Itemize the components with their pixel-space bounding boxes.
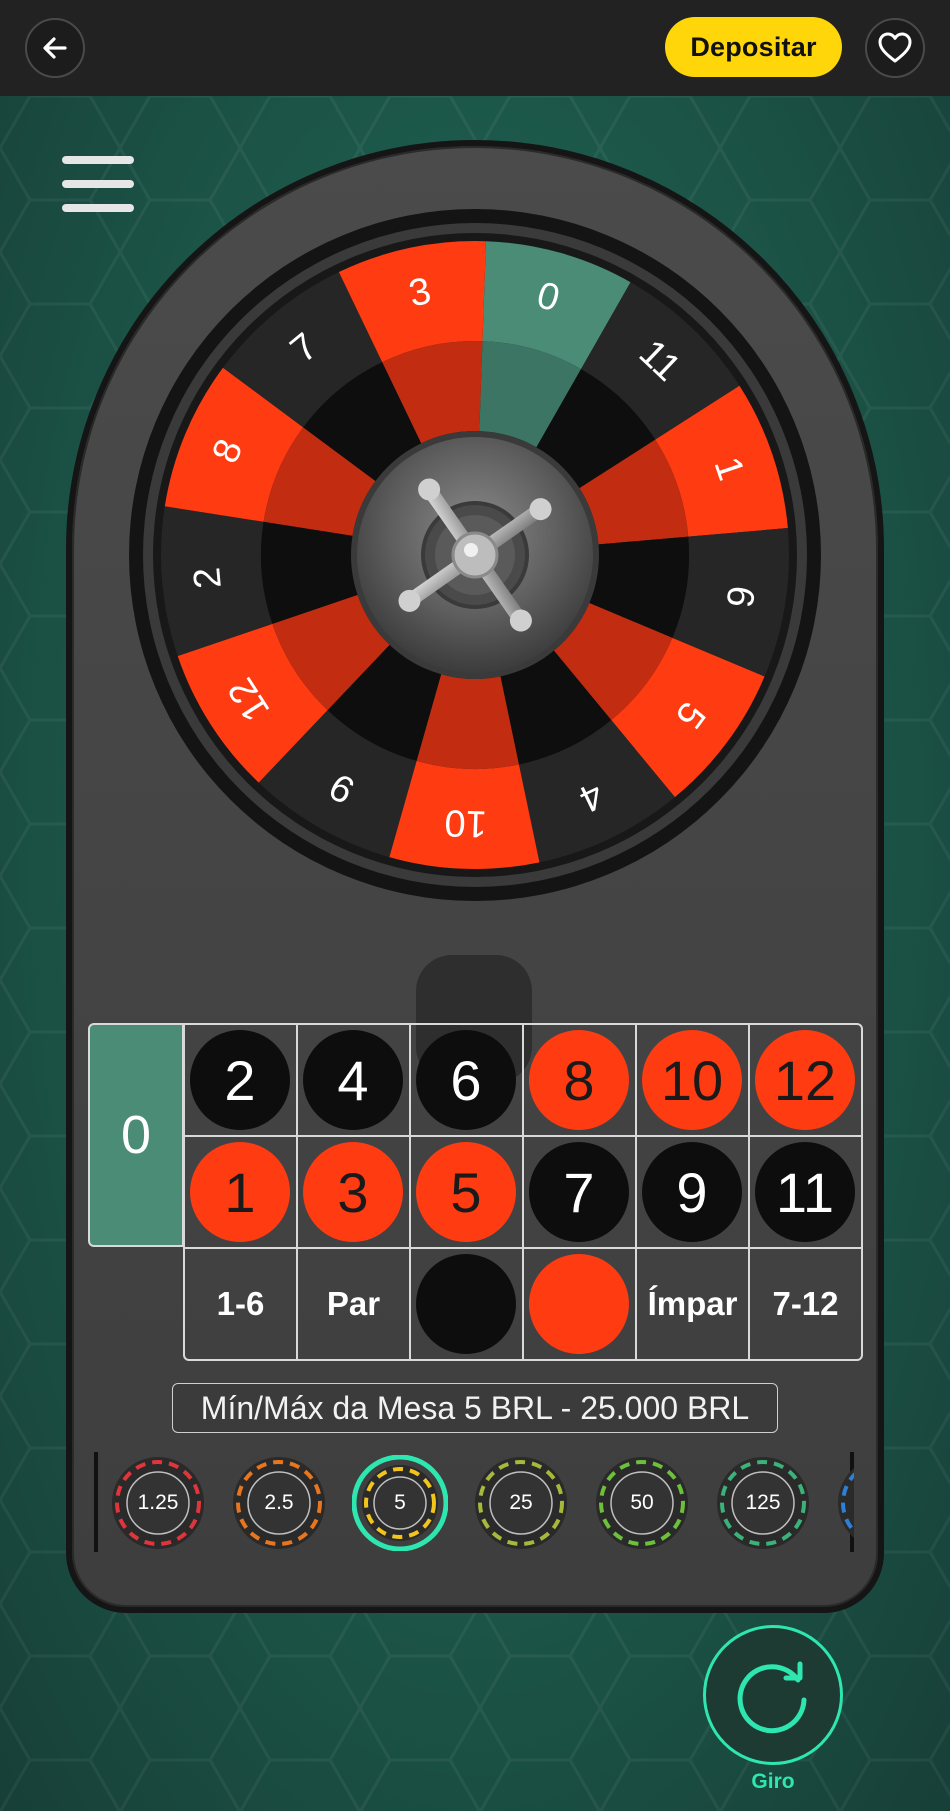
bet-number-5[interactable]: 5: [416, 1142, 516, 1242]
refresh-arrow-icon: [737, 1661, 807, 1734]
wheel-number-label: 10: [444, 801, 488, 844]
bet-outside-label[interactable]: 7-12: [748, 1247, 863, 1361]
bet-number-10[interactable]: 10: [642, 1030, 742, 1130]
chip-value-label: 25: [509, 1491, 533, 1514]
chip-2.5[interactable]: 2.5: [231, 1455, 327, 1551]
table-limits: Mín/Máx da Mesa 5 BRL - 25.000 BRL: [172, 1383, 778, 1433]
chip-value-label: 5: [394, 1491, 406, 1514]
bet-cell-zero[interactable]: 0: [88, 1023, 184, 1247]
bet-number-3[interactable]: 3: [303, 1142, 403, 1242]
top-bar: Depositar: [0, 0, 950, 96]
bet-number-8[interactable]: 8: [529, 1030, 629, 1130]
bet-outside-label[interactable]: Ímpar: [635, 1247, 750, 1361]
bet-number-1[interactable]: 1: [190, 1142, 290, 1242]
spin-button[interactable]: [703, 1625, 843, 1765]
bet-black-color[interactable]: [416, 1254, 516, 1354]
chip-value-label: 2.5: [264, 1491, 294, 1514]
chip-125[interactable]: 125: [715, 1455, 811, 1551]
roulette-wheel: 0111654109122873: [129, 209, 821, 901]
bet-number-2[interactable]: 2: [190, 1030, 290, 1130]
chip-value-label: 50: [630, 1491, 654, 1514]
bet-outside-label[interactable]: Par: [296, 1247, 411, 1361]
chip-value-label: 1.25: [137, 1491, 179, 1514]
bet-number-12[interactable]: 12: [755, 1030, 855, 1130]
hamburger-menu-icon[interactable]: [62, 156, 136, 212]
bet-number-4[interactable]: 4: [303, 1030, 403, 1130]
heart-icon: [878, 32, 912, 63]
bet-number-9[interactable]: 9: [642, 1142, 742, 1242]
bet-number-6[interactable]: 6: [416, 1030, 516, 1130]
favorite-button[interactable]: [865, 18, 925, 78]
chip-50[interactable]: 50: [594, 1455, 690, 1551]
bet-red-color[interactable]: [529, 1254, 629, 1354]
bet-number-11[interactable]: 11: [755, 1142, 855, 1242]
chip-next-partial[interactable]: [836, 1455, 854, 1551]
deposit-button[interactable]: Depositar: [665, 17, 842, 77]
chip-selector: 1.25 2.5 5 25 50 125: [94, 1452, 854, 1554]
spin-label: Giro: [751, 1770, 795, 1793]
arrow-left-icon: [43, 37, 67, 59]
chip-25[interactable]: 25: [473, 1455, 569, 1551]
wheel-number-label: 2: [186, 566, 230, 591]
bet-outside-label[interactable]: 1-6: [183, 1247, 298, 1361]
chip-value-label: 125: [745, 1491, 781, 1514]
back-button[interactable]: [25, 18, 85, 78]
chip-1.25[interactable]: 1.25: [110, 1455, 206, 1551]
chip-5[interactable]: 5: [351, 1454, 449, 1552]
bet-number-7[interactable]: 7: [529, 1142, 629, 1242]
